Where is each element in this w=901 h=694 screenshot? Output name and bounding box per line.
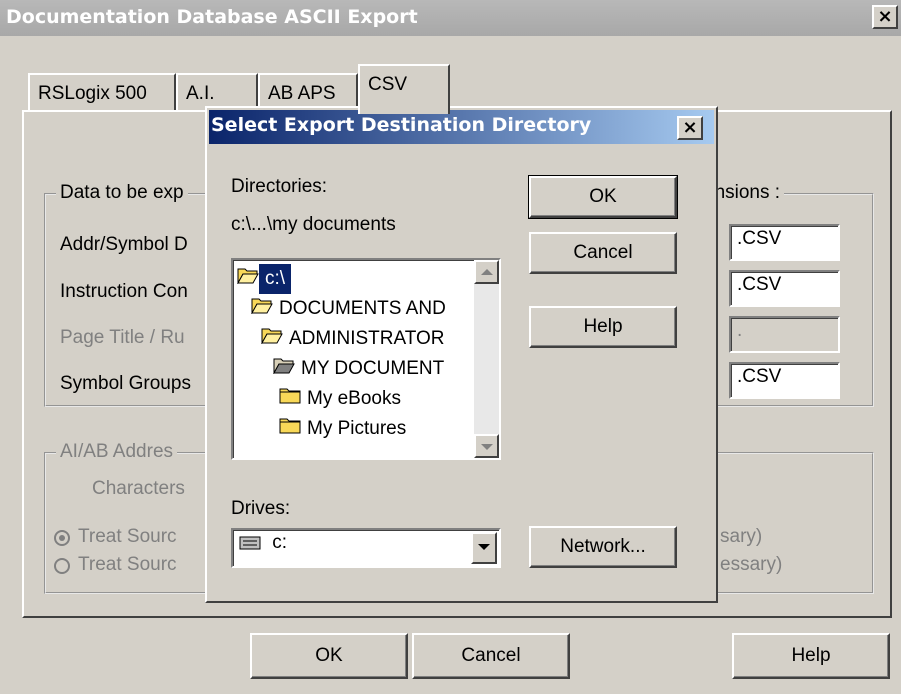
scroll-up-button[interactable] — [474, 260, 499, 284]
drive-value: c: — [272, 532, 288, 553]
dialog-cancel-button[interactable]: Cancel — [529, 232, 677, 274]
tab-label: RSLogix 500 — [38, 83, 147, 104]
directories-scrollbar[interactable] — [474, 260, 499, 458]
folder-icon — [279, 414, 301, 444]
tab-label: CSV — [368, 74, 408, 95]
directory-item[interactable]: DOCUMENTS AND — [251, 294, 446, 324]
directory-item[interactable]: ADMINISTRATOR — [261, 324, 445, 354]
ok-button[interactable]: OK — [250, 633, 408, 679]
current-path: c:\...\my documents — [231, 214, 396, 235]
drives-select[interactable]: c: — [231, 528, 501, 568]
directory-item[interactable]: c:\ — [237, 264, 292, 294]
scroll-down-button[interactable] — [474, 434, 499, 458]
ai-ab-address-group-label: AI/AB Addres — [56, 441, 178, 463]
close-icon: × — [682, 117, 698, 138]
symbol-groups-ext-field[interactable]: .CSV — [729, 362, 840, 399]
close-button[interactable]: × — [872, 5, 898, 29]
symbol-groups-label: Symbol Groups — [60, 373, 191, 394]
directory-item[interactable]: My eBooks — [279, 384, 401, 414]
treat-source-label-1-tail: sary) — [720, 526, 763, 547]
drive-icon — [239, 532, 261, 553]
arrow-down-icon — [480, 444, 493, 450]
tab-csv[interactable]: CSV — [358, 64, 450, 114]
network-button[interactable]: Network... — [529, 526, 677, 568]
directory-item[interactable]: MY DOCUMENT — [273, 354, 444, 384]
arrow-up-icon — [480, 269, 493, 275]
open-folder-icon — [273, 354, 295, 384]
dialog-ok-button[interactable]: OK — [528, 175, 678, 219]
dialog-title: Select Export Destination Directory — [211, 114, 592, 136]
open-folder-icon — [237, 264, 259, 294]
folder-icon — [279, 384, 301, 414]
chevron-down-icon — [478, 544, 490, 550]
data-export-group-label: Data to be exp — [56, 182, 188, 204]
open-folder-icon — [261, 324, 283, 354]
treat-source-label-2-tail: essary) — [720, 554, 783, 575]
cancel-button[interactable]: Cancel — [412, 633, 570, 679]
addr-symbol-ext-field[interactable]: .CSV — [729, 224, 840, 261]
close-icon: × — [877, 6, 893, 27]
characters-label: Characters — [92, 478, 185, 499]
addr-symbol-label: Addr/Symbol D — [60, 234, 188, 255]
page-title-label: Page Title / Ru — [60, 327, 185, 348]
tab-rslogix-500[interactable]: RSLogix 500 — [28, 73, 176, 111]
treat-source-label-1: Treat Sourc — [78, 526, 177, 547]
treat-source-label-2: Treat Sourc — [78, 554, 177, 575]
window-title: Documentation Database ASCII Export — [6, 6, 418, 28]
drives-dropdown-button[interactable] — [471, 532, 497, 564]
tab-label: AB APS — [268, 83, 336, 104]
open-folder-icon — [251, 294, 273, 324]
instruction-comments-ext-field[interactable]: .CSV — [729, 270, 840, 307]
dialog-close-button[interactable]: × — [677, 116, 703, 140]
help-button[interactable]: Help — [732, 633, 890, 679]
directories-label: Directories: — [231, 176, 328, 197]
drives-label: Drives: — [231, 498, 291, 519]
select-directory-dialog: Select Export Destination Directory × Di… — [205, 106, 718, 603]
dialog-help-button[interactable]: Help — [529, 306, 677, 348]
directories-listbox[interactable]: c:\ DOCUMENTS AND ADMINISTRATOR MY DOCUM… — [231, 258, 501, 460]
treat-source-radio-2 — [54, 558, 70, 574]
page-title-ext-field: . — [729, 316, 840, 353]
instruction-comments-label: Instruction Con — [60, 281, 188, 302]
tab-label: A.I. — [186, 83, 215, 104]
treat-source-radio-1 — [54, 530, 70, 546]
directory-item[interactable]: My Pictures — [279, 414, 406, 444]
